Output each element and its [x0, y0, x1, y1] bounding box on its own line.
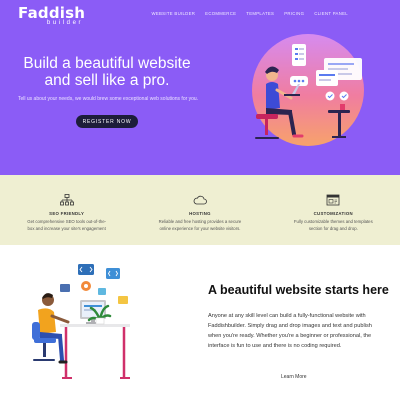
features-section: SEO FRIENDLY Get comprehensive SEO tools…: [0, 175, 400, 245]
register-now-button[interactable]: REGISTER NOW: [76, 115, 138, 128]
nav-ecommerce[interactable]: ECOMMERCE: [205, 11, 236, 16]
main-nav: WEBSITE BUILDER ECOMMERCE TEMPLATES PRIC…: [151, 11, 348, 16]
feature-seo: SEO FRIENDLY Get comprehensive SEO tools…: [0, 175, 133, 245]
sitemap-icon: [59, 194, 74, 206]
cloud-icon: [193, 195, 207, 205]
nav-pricing[interactable]: PRICING: [284, 11, 304, 16]
feature-description: Reliable and free hosting provides a sec…: [158, 219, 242, 231]
hero-title: Build a beautiful website and sell like …: [23, 55, 191, 89]
feature-title: HOSTING: [189, 211, 211, 216]
hero-section: Faddish builder WEBSITE BUILDER ECOMMERC…: [0, 0, 400, 175]
learn-more-link[interactable]: Learn More: [281, 374, 307, 380]
feature-hosting: HOSTING Reliable and free hosting provid…: [133, 175, 266, 245]
hero-text: Tell us about your needs, we would brew …: [18, 96, 199, 102]
nav-website-builder[interactable]: WEBSITE BUILDER: [151, 11, 195, 16]
nav-client-panel[interactable]: CLIENT PANEL: [314, 11, 348, 16]
feature-customization: CUSTOMIZATION Fully customizable themes …: [267, 175, 400, 245]
builder-illustration: [32, 264, 130, 379]
builder-text: Anyone at any skill level can build a fu…: [208, 313, 372, 349]
logo[interactable]: Faddish builder: [18, 5, 85, 27]
feature-description: Fully customizable themes and templates …: [293, 219, 373, 231]
feature-title: CUSTOMIZATION: [313, 211, 353, 216]
feature-description: Get comprehensive SEO tools out-of-the-b…: [27, 219, 107, 231]
builder-title: A beautiful website starts here: [208, 283, 389, 297]
hero-illustration: [252, 34, 364, 146]
feature-title: SEO FRIENDLY: [49, 211, 85, 216]
nav-templates[interactable]: TEMPLATES: [246, 11, 274, 16]
browser-window-icon: [326, 194, 340, 206]
logo-main-text: Faddish: [18, 4, 86, 22]
